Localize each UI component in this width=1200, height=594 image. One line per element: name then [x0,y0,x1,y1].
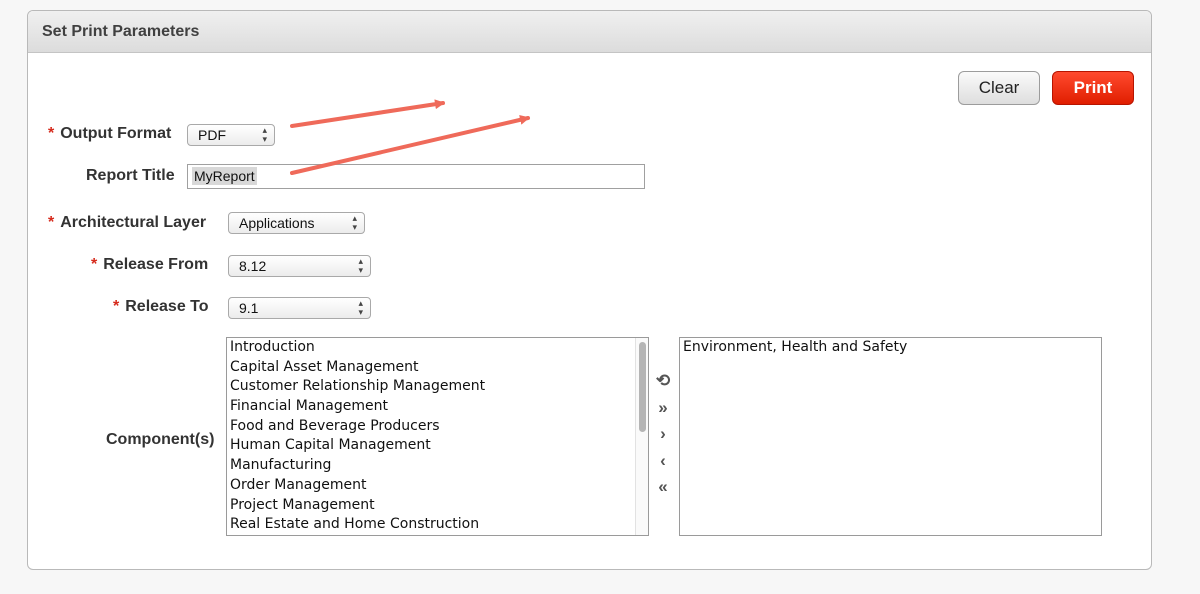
report-title-value: MyReport [192,167,257,185]
print-button[interactable]: Print [1052,71,1134,105]
components-label: Component(s) [106,431,215,448]
output-format-select[interactable]: PDF ▴ ▾ [187,124,275,146]
move-left-icon[interactable]: ‹ [651,451,675,471]
required-marker: * [48,214,55,231]
output-format-label: * Output Format [48,125,172,142]
required-marker: * [48,125,55,142]
list-item[interactable]: Human Capital Management [227,436,648,456]
list-item[interactable]: Customer Relationship Management [227,377,648,397]
list-item[interactable]: Introduction [227,338,648,358]
clear-button[interactable]: Clear [958,71,1040,105]
release-to-label: * Release To [113,298,209,315]
list-scrollbar[interactable] [635,338,648,535]
select-arrows-icon: ▴ ▾ [262,125,267,144]
architectural-layer-label: * Architectural Layer [48,214,207,231]
move-all-right-icon[interactable]: » [651,398,675,418]
selected-components-list[interactable]: Environment, Health and Safety [679,337,1102,536]
architectural-layer-value: Applications [239,215,315,231]
report-title-input[interactable]: MyReport [187,164,645,189]
list-item[interactable]: Manufacturing [227,456,648,476]
list-item[interactable]: Real Estate and Home Construction [227,515,648,535]
reset-icon[interactable]: ⟲ [651,371,675,391]
panel-title: Set Print Parameters [42,23,200,40]
report-title-label: Report Title [86,167,175,184]
list-item[interactable]: Financial Management [227,397,648,417]
move-all-left-icon[interactable]: « [651,477,675,497]
select-arrows-icon: ▴ ▾ [358,256,363,275]
move-right-icon[interactable]: › [651,424,675,444]
select-arrows-icon: ▴ ▾ [352,213,357,232]
scrollbar-thumb[interactable] [639,342,646,432]
required-marker: * [91,256,98,273]
release-to-select[interactable]: 9.1 ▴ ▾ [228,297,371,319]
print-parameters-panel: Set Print Parameters Clear Print * Output… [27,10,1152,570]
release-from-value: 8.12 [239,258,267,274]
list-item[interactable]: Environment, Health and Safety [680,338,1101,358]
required-marker: * [113,298,120,315]
available-components-list[interactable]: Introduction Capital Asset Management Cu… [226,337,649,536]
release-from-label: * Release From [91,256,209,273]
release-from-select[interactable]: 8.12 ▴ ▾ [228,255,371,277]
list-item[interactable]: Capital Asset Management [227,358,648,378]
output-format-value: PDF [198,127,226,143]
list-item[interactable]: Project Management [227,496,648,516]
list-item[interactable]: Order Management [227,476,648,496]
list-item[interactable]: Food and Beverage Producers [227,417,648,437]
release-to-value: 9.1 [239,300,259,316]
panel-header: Set Print Parameters [28,11,1151,53]
select-arrows-icon: ▴ ▾ [358,298,363,317]
architectural-layer-select[interactable]: Applications ▴ ▾ [228,212,365,234]
